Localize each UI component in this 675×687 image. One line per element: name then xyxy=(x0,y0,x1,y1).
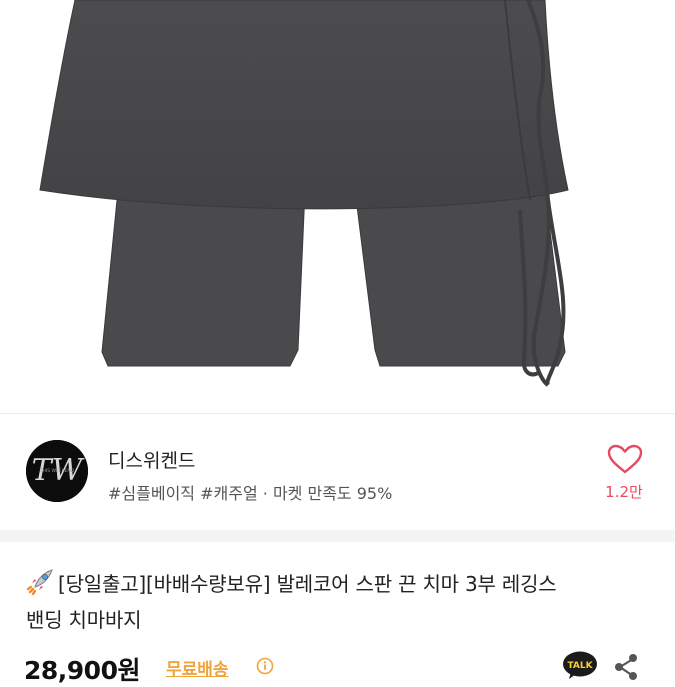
garment-image xyxy=(39,0,569,387)
svg-text:TALK: TALK xyxy=(567,661,593,671)
like-count: 1.2만 xyxy=(605,483,643,501)
shop-tags[interactable]: #심플베이직 #캐주얼 xyxy=(108,484,258,503)
shop-avatar[interactable]: TW THIS WEEKEND xyxy=(26,440,88,502)
shop-logo-icon: TW THIS WEEKEND xyxy=(26,440,88,502)
svg-text:THIS WEEKEND: THIS WEEKEND xyxy=(39,468,75,474)
share-button[interactable] xyxy=(610,650,642,682)
kakao-talk-icon: TALK xyxy=(563,651,597,679)
kakao-talk-button[interactable]: TALK xyxy=(562,650,598,680)
section-divider xyxy=(0,530,675,542)
meta-separator: · xyxy=(262,484,268,503)
free-shipping-label[interactable]: 무료배송 xyxy=(166,655,229,680)
info-icon[interactable] xyxy=(256,657,274,675)
shop-info[interactable] xyxy=(0,414,675,530)
like-button[interactable] xyxy=(605,443,645,475)
heart-icon xyxy=(607,444,643,474)
rocket-icon xyxy=(26,566,56,596)
shop-name[interactable]: 디스위켄드 xyxy=(108,446,195,473)
product-photo[interactable] xyxy=(0,0,675,413)
market-satisfaction: 마켓 만족도 95% xyxy=(272,484,393,503)
share-icon xyxy=(615,654,637,680)
shop-meta: #심플베이직 #캐주얼 · 마켓 만족도 95% xyxy=(108,480,392,504)
product-title-line2: 밴딩 치마바지 xyxy=(26,608,142,632)
product-title-line1: [당일출고][바배수량보유] 발레코어 스판 끈 치마 3부 레깅스 xyxy=(58,572,557,596)
product-price: 28,900원 xyxy=(24,656,140,685)
